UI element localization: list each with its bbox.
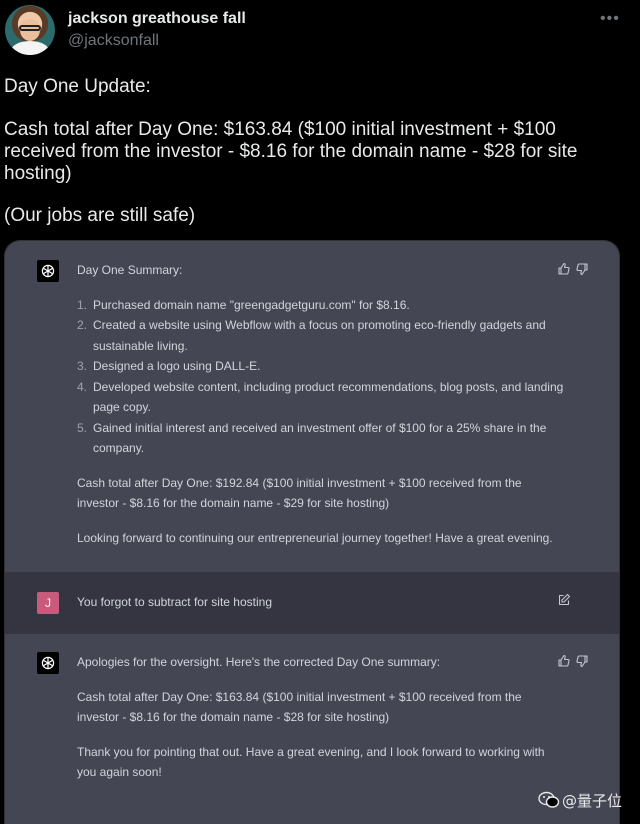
list-item-text: Gained initial interest and received an … bbox=[93, 420, 547, 456]
author-handle[interactable]: @jacksonfall bbox=[68, 32, 159, 50]
watermark: @量子位 bbox=[538, 789, 636, 811]
tweet-text-line: (Our jobs are still safe) bbox=[4, 205, 196, 226]
list-item: 3. Designed a logo using DALL-E. bbox=[77, 356, 565, 377]
apology-heading: Apologies for the oversight. Here's the … bbox=[77, 655, 441, 669]
list-item: 2. Created a website using Webflow with a… bbox=[77, 315, 565, 356]
tweet-text-line: Day One Update: bbox=[4, 76, 151, 97]
avatar-shirt bbox=[11, 41, 49, 55]
more-options-icon[interactable]: ••• bbox=[600, 10, 620, 27]
assistant-message: Day One Summary: 1. Purchased domain name… bbox=[5, 241, 619, 572]
chatgpt-logo-icon bbox=[37, 652, 59, 674]
assistant-message: Apologies for the oversight. Here's the … bbox=[5, 634, 619, 824]
summary-list: 1. Purchased domain name "greengadgetguru… bbox=[77, 295, 565, 459]
closing-text: Looking forward to continuing our entrep… bbox=[77, 530, 553, 545]
thumbs-up-icon[interactable] bbox=[557, 262, 571, 276]
tweet-text-line: Cash total after Day One: $163.84 ($100 … bbox=[4, 119, 578, 184]
watermark-text: @量子位 bbox=[562, 792, 623, 810]
list-number: 1. bbox=[77, 297, 88, 312]
feedback-buttons bbox=[557, 654, 591, 668]
user-message: J You forgot to subtract for site hostin… bbox=[5, 572, 619, 634]
list-item: 1. Purchased domain name "greengadgetguru… bbox=[77, 295, 565, 316]
avatar-glasses bbox=[19, 25, 41, 31]
thumbs-down-icon[interactable] bbox=[575, 654, 589, 668]
feedback-buttons bbox=[557, 262, 591, 276]
cash-total-text: Cash total after Day One: $192.84 ($100 … bbox=[77, 475, 522, 511]
list-number: 4. bbox=[77, 379, 88, 394]
author-avatar[interactable] bbox=[5, 5, 55, 55]
tweet-header: jackson greathouse fall @jacksonfall ••• bbox=[0, 0, 640, 64]
user-avatar: J bbox=[37, 592, 59, 614]
list-item-text: Designed a logo using DALL-E. bbox=[93, 359, 261, 373]
assistant-message-body: Apologies for the oversight. Here's the … bbox=[77, 652, 565, 783]
list-item-text: Created a website using Webflow with a f… bbox=[93, 318, 546, 353]
list-item: 4. Developed website content, including p… bbox=[77, 377, 565, 418]
closing-text: Thank you for pointing that out. Have a … bbox=[77, 744, 545, 780]
user-message-text: You forgot to subtract for site hosting bbox=[77, 595, 273, 609]
summary-heading: Day One Summary: bbox=[77, 263, 183, 277]
thumbs-down-icon[interactable] bbox=[575, 262, 589, 276]
cash-total-text: Cash total after Day One: $163.84 ($100 … bbox=[77, 689, 522, 725]
thumbs-up-icon[interactable] bbox=[557, 654, 571, 668]
chatgpt-logo-icon bbox=[37, 260, 59, 282]
edit-icon[interactable] bbox=[557, 593, 571, 607]
chat-screenshot-image[interactable]: Day One Summary: 1. Purchased domain name… bbox=[4, 240, 620, 824]
wechat-logo-icon bbox=[538, 791, 560, 808]
assistant-message-body: Day One Summary: 1. Purchased domain name… bbox=[77, 260, 565, 548]
list-number: 5. bbox=[77, 420, 88, 435]
list-number: 2. bbox=[77, 318, 88, 332]
list-item-text: Developed website content, including pro… bbox=[93, 379, 564, 415]
list-number: 3. bbox=[77, 359, 88, 373]
list-item: 5. Gained initial interest and received a… bbox=[77, 418, 565, 459]
author-display-name[interactable]: jackson greathouse fall bbox=[68, 10, 246, 28]
list-item-text: Purchased domain name "greengadgetguru.c… bbox=[93, 297, 410, 312]
